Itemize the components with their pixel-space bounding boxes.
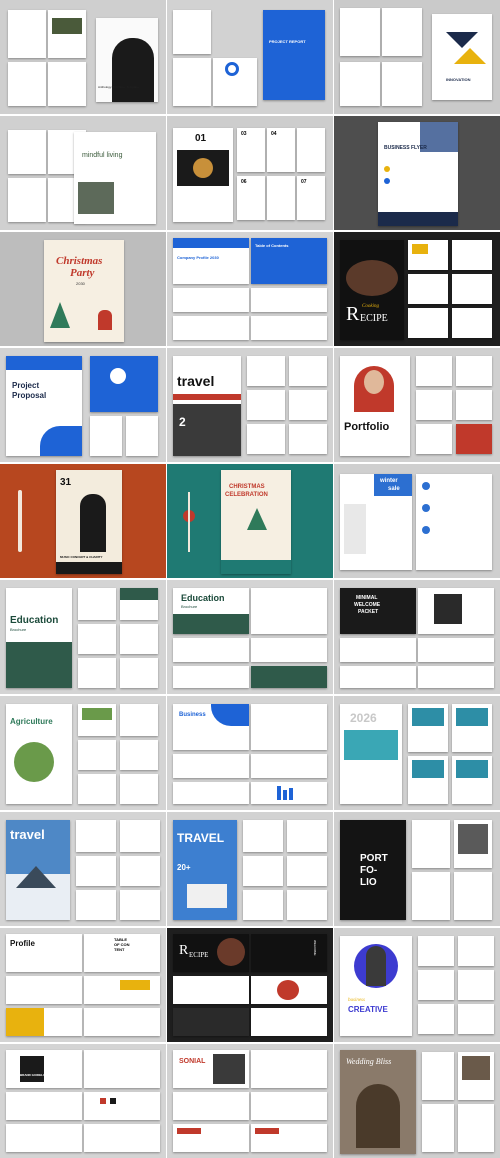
tile-travel-magazine[interactable]: travel 2 [167,348,333,462]
tile-travel-winter[interactable]: travel [0,812,166,926]
calendar-month-07: 07 [301,179,307,185]
concert-caption: MUSIC CONCERT & CHARITY [60,555,103,559]
social-title: SONIAL [179,1058,206,1065]
tile-christmas-celebration[interactable]: CHRISTMAS CELEBRATION [167,464,333,578]
christmas-tree-icon [247,508,267,530]
education-subtitle: Brochure [10,627,27,632]
company-profile-title: Company Profile 2030 [177,255,219,260]
tile-business-flyer[interactable]: BUSINESS FLYER [334,116,500,230]
recipe-title-rest: ECIPE [189,951,209,959]
tile-brand-guideline[interactable]: BRAND GUIDELINE [0,1044,166,1158]
couple-photo [356,1084,400,1148]
tile-calendar[interactable]: 01 03 04 06 07 [167,116,333,230]
calendar-month-03: 03 [241,131,247,137]
mindful-title: mindful living [82,152,123,159]
tile-company-profile[interactable]: Company Profile 2030 Table of Contents [167,232,333,346]
calendar-month-06: 06 [241,179,247,185]
portrait-silhouette [112,38,154,102]
agriculture-title: Agriculture [10,717,53,726]
education-subtitle: Brochure [181,604,198,609]
welcome-title-b: WELCOME [354,602,381,608]
singer-silhouette [80,494,106,552]
christmas-party-title-b: Party [70,267,95,279]
welcome-title-a: MINIMAL [356,595,378,601]
education-title: Education [181,593,225,603]
sale-title: sale [388,486,400,492]
concert-number: 31 [60,477,72,488]
tile-brochure-portrait[interactable]: Anthology. Brochure. Template [0,0,166,114]
celebration-title-a: CHRISTMAS [229,484,265,490]
wedding-title: Wedding Bliss [346,1057,392,1066]
tile-project-proposal[interactable]: Project Proposal [0,348,166,462]
creative-title: CREATIVE [348,1005,388,1014]
tile-innovation[interactable]: INNOVATION [334,0,500,114]
tile-calendar-2026[interactable]: 2026 [334,696,500,810]
triangle-gold-shape [454,48,486,64]
tile-mindful-living[interactable]: mindful living [0,116,166,230]
tile-recipe-magazine[interactable]: R ECIPE WELCOME [167,928,333,1042]
brand-guideline-title: BRAND GUIDELINE [20,1073,49,1077]
education-title: Education [10,615,59,626]
tile-business-brochure[interactable]: Business [167,696,333,810]
portfolio-title: Portfolio [344,421,390,433]
template-collage: Anthology. Brochure. Template PROJECT RE… [0,0,500,1158]
company-toc-title: Table of Contents [255,243,289,248]
tile-portfolio-red[interactable]: Portfolio [334,348,500,462]
tile-music-concert[interactable]: 31 MUSIC CONCERT & CHARITY [0,464,166,578]
creative-script: business [348,998,365,1003]
christmas-party-title-a: Christmas [56,255,103,267]
calendar-month-04: 04 [271,131,277,137]
tile-wedding-bliss[interactable]: Wedding Bliss [334,1044,500,1158]
business-title: Business [179,712,206,718]
travel-cover-number: 20+ [177,863,191,872]
travel-title: travel [177,373,215,389]
tile-social-media[interactable]: SONIAL [167,1044,333,1158]
tile-project-report[interactable]: PROJECT REPORT [167,0,333,114]
tile-welcome-packet[interactable]: MINIMAL WELCOME PACKET [334,580,500,694]
innovation-title: INNOVATION [446,77,471,82]
portfolio-title-c: LIO [360,877,377,888]
profile-title: Profile [10,939,35,948]
celebration-title-b: CELEBRATION [225,492,268,498]
tile-profile-yellow[interactable]: Profile TABLE OF CON TENT [0,928,166,1042]
tile-education-brochure-b[interactable]: Education Brochure [167,580,333,694]
triangle-navy-shape [446,32,478,48]
tile-agriculture[interactable]: Agriculture [0,696,166,810]
tile-business-creative[interactable]: business CREATIVE [334,928,500,1042]
christmas-tree-icon [50,302,70,328]
recipe-script: Cooking [362,304,379,309]
tile-christmas-party[interactable]: Christmas Party 2030 [0,232,166,346]
welcome-side: WELCOME [313,940,317,956]
brochure-caption: Anthology. Brochure. Template [98,85,139,89]
travel-cover-title: TRAVEL [177,831,225,845]
flyer-title: BUSINESS FLYER [384,145,427,151]
portfolio-title-a: PORT [360,853,388,864]
tile-recipe-book[interactable]: R ECIPE Cooking [334,232,500,346]
report-title: PROJECT REPORT [269,39,306,44]
recipe-title-rest: ECIPE [360,313,388,324]
proposal-title-a: Project [12,381,40,390]
christmas-party-year: 2030 [76,281,85,286]
winter-title: winter [380,478,398,484]
welcome-title-c: PACKET [358,609,379,615]
tile-portfolio-dark[interactable]: PORT FO- LIO [334,812,500,926]
portfolio-title-b: FO- [360,865,378,876]
tile-travel-cover[interactable]: TRAVEL 20+ [167,812,333,926]
calendar-year: 2026 [350,711,377,725]
recipe-title-r: R [346,303,360,325]
calendar-month-number: 01 [195,133,207,144]
travel-title: travel [10,827,45,842]
travel-number: 2 [179,415,186,429]
recipe-title-r: R [179,943,189,958]
toc-title-c: TENT [114,947,125,952]
proposal-title-b: Proposal [12,391,47,400]
tile-winter-sale[interactable]: winter sale [334,464,500,578]
tile-education-brochure-a[interactable]: Education Brochure [0,580,166,694]
